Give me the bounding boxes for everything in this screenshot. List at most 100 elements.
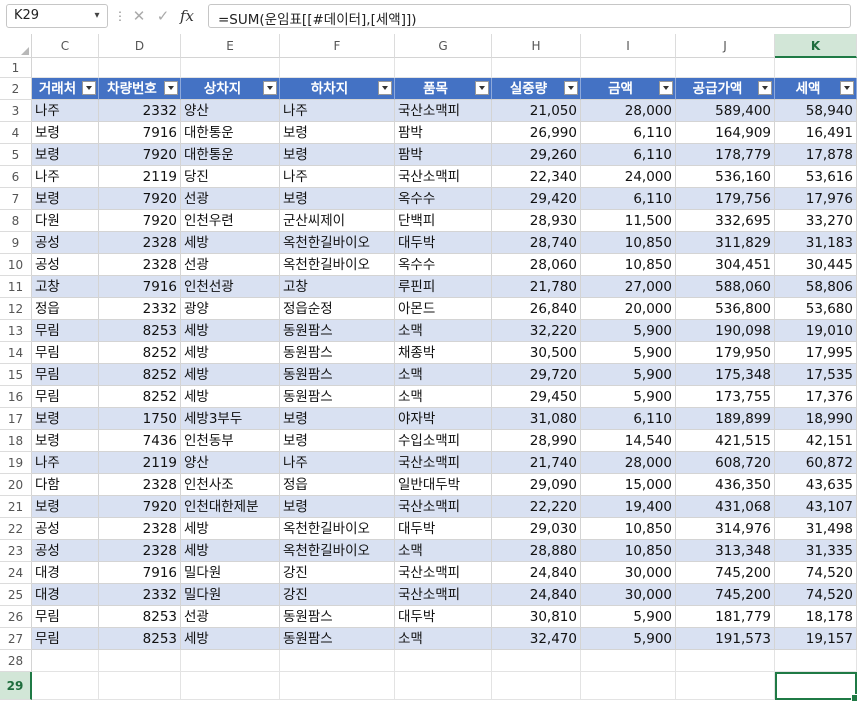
table-cell[interactable]: 보령 xyxy=(32,144,99,166)
empty-cell[interactable] xyxy=(492,672,581,700)
table-header-cell[interactable]: 금액 xyxy=(581,78,676,100)
table-cell[interactable]: 옥천한길바이오 xyxy=(280,232,395,254)
table-cell[interactable]: 164,909 xyxy=(676,122,775,144)
table-cell[interactable]: 대두박 xyxy=(395,232,492,254)
empty-cell[interactable] xyxy=(181,650,280,672)
column-header-F[interactable]: F xyxy=(280,34,395,58)
table-cell[interactable]: 179,950 xyxy=(676,342,775,364)
table-cell[interactable]: 무림 xyxy=(32,606,99,628)
table-cell[interactable]: 43,635 xyxy=(775,474,857,496)
table-cell[interactable]: 19,157 xyxy=(775,628,857,650)
table-cell[interactable]: 보령 xyxy=(280,430,395,452)
table-cell[interactable]: 588,060 xyxy=(676,276,775,298)
table-cell[interactable]: 24,840 xyxy=(492,562,581,584)
table-cell[interactable]: 28,990 xyxy=(492,430,581,452)
empty-cell[interactable] xyxy=(395,672,492,700)
row-header-27[interactable]: 27 xyxy=(0,628,32,650)
table-cell[interactable]: 21,740 xyxy=(492,452,581,474)
table-cell[interactable]: 17,878 xyxy=(775,144,857,166)
table-cell[interactable]: 19,010 xyxy=(775,320,857,342)
empty-cell[interactable] xyxy=(676,650,775,672)
table-cell[interactable]: 2328 xyxy=(99,254,181,276)
table-cell[interactable]: 6,110 xyxy=(581,122,676,144)
table-cell[interactable]: 보령 xyxy=(32,430,99,452)
table-cell[interactable]: 보령 xyxy=(280,408,395,430)
table-cell[interactable]: 1750 xyxy=(99,408,181,430)
table-cell[interactable]: 국산소맥피 xyxy=(395,166,492,188)
table-cell[interactable]: 정읍 xyxy=(280,474,395,496)
table-cell[interactable]: 26,990 xyxy=(492,122,581,144)
table-cell[interactable]: 5,900 xyxy=(581,320,676,342)
row-header-12[interactable]: 12 xyxy=(0,298,32,320)
table-cell[interactable]: 2328 xyxy=(99,474,181,496)
table-cell[interactable]: 53,616 xyxy=(775,166,857,188)
table-cell[interactable]: 2332 xyxy=(99,100,181,122)
table-cell[interactable]: 2119 xyxy=(99,452,181,474)
row-header-10[interactable]: 10 xyxy=(0,254,32,276)
table-header-cell[interactable]: 거래처 xyxy=(32,78,99,100)
table-cell[interactable]: 24,000 xyxy=(581,166,676,188)
table-cell[interactable]: 세방 xyxy=(181,232,280,254)
table-cell[interactable]: 31,498 xyxy=(775,518,857,540)
table-cell[interactable]: 32,220 xyxy=(492,320,581,342)
table-cell[interactable]: 보령 xyxy=(280,496,395,518)
filter-dropdown-icon[interactable] xyxy=(840,81,854,95)
column-header-K[interactable]: K xyxy=(775,34,857,58)
table-cell[interactable]: 8253 xyxy=(99,628,181,650)
table-header-cell[interactable]: 공급가액 xyxy=(676,78,775,100)
table-cell[interactable]: 국산소맥피 xyxy=(395,496,492,518)
table-cell[interactable]: 314,976 xyxy=(676,518,775,540)
table-cell[interactable]: 대경 xyxy=(32,584,99,606)
table-cell[interactable]: 보령 xyxy=(280,122,395,144)
table-cell[interactable]: 31,080 xyxy=(492,408,581,430)
table-cell[interactable]: 29,090 xyxy=(492,474,581,496)
table-cell[interactable]: 53,680 xyxy=(775,298,857,320)
table-cell[interactable]: 24,840 xyxy=(492,584,581,606)
table-cell[interactable]: 175,348 xyxy=(676,364,775,386)
table-cell[interactable]: 304,451 xyxy=(676,254,775,276)
table-cell[interactable]: 2328 xyxy=(99,232,181,254)
table-cell[interactable]: 5,900 xyxy=(581,628,676,650)
table-cell[interactable]: 28,060 xyxy=(492,254,581,276)
table-cell[interactable]: 나주 xyxy=(280,166,395,188)
table-cell[interactable]: 29,450 xyxy=(492,386,581,408)
table-cell[interactable]: 선광 xyxy=(181,188,280,210)
table-cell[interactable]: 179,756 xyxy=(676,188,775,210)
row-header-24[interactable]: 24 xyxy=(0,562,32,584)
table-cell[interactable]: 7920 xyxy=(99,210,181,232)
table-cell[interactable]: 밀다원 xyxy=(181,584,280,606)
table-cell[interactable]: 30,445 xyxy=(775,254,857,276)
table-cell[interactable]: 동원팜스 xyxy=(280,320,395,342)
table-cell[interactable]: 수입소맥피 xyxy=(395,430,492,452)
count-cell[interactable] xyxy=(676,672,775,700)
table-cell[interactable]: 30,810 xyxy=(492,606,581,628)
table-cell[interactable]: 26,840 xyxy=(492,298,581,320)
row-header-6[interactable]: 6 xyxy=(0,166,32,188)
filter-dropdown-icon[interactable] xyxy=(263,81,277,95)
table-header-cell[interactable]: 품목 xyxy=(395,78,492,100)
table-cell[interactable]: 강진 xyxy=(280,584,395,606)
table-cell[interactable]: 2332 xyxy=(99,584,181,606)
formula-text[interactable]: =SUM(운임표[[#데이터],[세액]]) xyxy=(218,8,417,28)
table-cell[interactable]: 양산 xyxy=(181,100,280,122)
table-cell[interactable]: 21,780 xyxy=(492,276,581,298)
table-cell[interactable]: 무림 xyxy=(32,386,99,408)
table-cell[interactable]: 190,098 xyxy=(676,320,775,342)
empty-cell[interactable] xyxy=(280,672,395,700)
table-cell[interactable]: 29,420 xyxy=(492,188,581,210)
table-cell[interactable]: 10,850 xyxy=(581,232,676,254)
table-cell[interactable]: 7916 xyxy=(99,562,181,584)
table-cell[interactable]: 31,335 xyxy=(775,540,857,562)
row-header-29[interactable]: 29 xyxy=(0,672,32,700)
name-box-value[interactable]: K29 xyxy=(14,8,39,23)
table-cell[interactable]: 8252 xyxy=(99,386,181,408)
row-header-22[interactable]: 22 xyxy=(0,518,32,540)
table-cell[interactable]: 옥천한길바이오 xyxy=(280,540,395,562)
row-header-23[interactable]: 23 xyxy=(0,540,32,562)
table-cell[interactable]: 국산소맥피 xyxy=(395,584,492,606)
table-cell[interactable]: 공성 xyxy=(32,254,99,276)
empty-cell[interactable] xyxy=(181,672,280,700)
table-cell[interactable]: 29,720 xyxy=(492,364,581,386)
row-header-16[interactable]: 16 xyxy=(0,386,32,408)
column-header-H[interactable]: H xyxy=(492,34,581,58)
